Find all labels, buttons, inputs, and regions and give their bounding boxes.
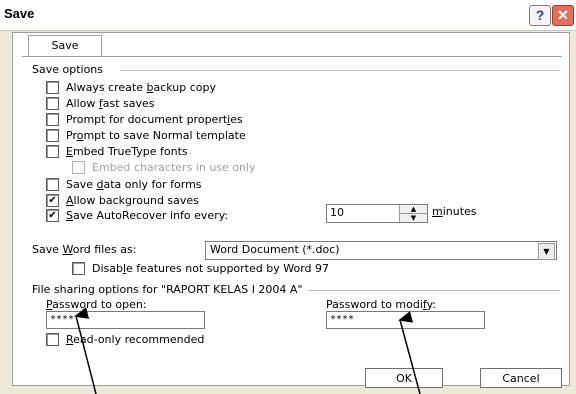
- checkbox-box[interactable]: ✔: [46, 193, 59, 207]
- checkbox-box[interactable]: ✔: [46, 208, 59, 222]
- checkbox-box[interactable]: [46, 96, 59, 110]
- checkbox-box[interactable]: [46, 112, 59, 126]
- checkbox-box[interactable]: [46, 80, 59, 94]
- tab-save[interactable]: Save: [28, 35, 102, 56]
- autorecover-checkbox[interactable]: ✔ Save AutoRecover info every:: [46, 208, 228, 222]
- save-data-forms-checkbox[interactable]: Save data only for forms: [46, 177, 202, 191]
- backup-copy-checkbox[interactable]: Always create backup copy: [46, 80, 216, 94]
- disable-features-checkbox[interactable]: Disable features not supported by Word 9…: [72, 261, 329, 275]
- save-format-value: Word Document (*.doc): [210, 243, 340, 256]
- fast-saves-checkbox[interactable]: Allow fast saves: [46, 96, 155, 110]
- save-options-header: Save options: [32, 63, 108, 76]
- readonly-checkbox[interactable]: Read-only recommended: [46, 332, 204, 346]
- prompt-properties-checkbox[interactable]: Prompt for document properties: [46, 112, 243, 126]
- embed-chars-label: Embed characters in use only: [92, 160, 256, 174]
- checkbox-box: [72, 160, 85, 174]
- background-saves-label: Allow background saves: [66, 193, 199, 207]
- checkbox-box[interactable]: [46, 332, 59, 346]
- readonly-label: Read-only recommended: [66, 332, 205, 346]
- embed-fonts-checkbox[interactable]: Embed TrueType fonts: [46, 144, 188, 158]
- disable-features-label: Disable features not supported by Word 9…: [92, 261, 329, 275]
- prompt-properties-label: Prompt for document properties: [66, 112, 243, 126]
- close-icon[interactable]: ✕: [552, 5, 574, 26]
- password-open-label: Password to open:: [46, 298, 147, 311]
- checkbox-box[interactable]: [46, 144, 59, 158]
- spinner-buttons: ▲ ▼: [399, 205, 427, 222]
- password-open-input[interactable]: ****: [46, 311, 205, 329]
- spin-down-icon[interactable]: ▼: [400, 214, 427, 222]
- fast-saves-label: Allow fast saves: [66, 96, 155, 110]
- prompt-normal-checkbox[interactable]: Prompt to save Normal template: [46, 128, 246, 142]
- autorecover-value[interactable]: 10: [330, 206, 344, 219]
- minutes-label: minutes: [432, 205, 477, 218]
- file-sharing-rule: [300, 290, 560, 291]
- cancel-button[interactable]: Cancel: [480, 368, 562, 388]
- prompt-normal-label: Prompt to save Normal template: [66, 128, 246, 142]
- checkbox-box[interactable]: [46, 128, 59, 142]
- help-icon[interactable]: ?: [529, 5, 551, 26]
- file-sharing-header: File sharing options for "RAPORT KELAS I…: [32, 283, 307, 296]
- save-dialog: Save ? ✕ Save Save options Always create…: [0, 0, 576, 394]
- ok-button[interactable]: OK: [365, 368, 443, 388]
- save-options-rule: [120, 70, 560, 71]
- save-format-select[interactable]: Word Document (*.doc) ▼: [205, 241, 557, 260]
- title-bar[interactable]: Save ? ✕: [0, 0, 576, 31]
- autorecover-label: Save AutoRecover info every:: [66, 208, 229, 222]
- embed-fonts-label: Embed TrueType fonts: [66, 144, 188, 158]
- password-modify-label: Password to modify:: [326, 298, 437, 311]
- save-as-label: Save Word files as:: [32, 243, 137, 256]
- checkbox-box[interactable]: [72, 261, 85, 275]
- backup-copy-label: Always create backup copy: [66, 80, 217, 94]
- background-saves-checkbox[interactable]: ✔ Allow background saves: [46, 193, 199, 207]
- tab-divider: [22, 56, 562, 57]
- embed-chars-checkbox: Embed characters in use only: [72, 160, 256, 174]
- spin-up-icon[interactable]: ▲: [400, 205, 427, 214]
- checkbox-box[interactable]: [46, 177, 59, 191]
- autorecover-spinner[interactable]: 10 ▲ ▼: [326, 204, 428, 223]
- save-data-forms-label: Save data only for forms: [66, 177, 202, 191]
- window-title: Save: [4, 6, 35, 21]
- password-modify-input[interactable]: ****: [326, 311, 485, 329]
- chevron-down-icon[interactable]: ▼: [538, 243, 555, 260]
